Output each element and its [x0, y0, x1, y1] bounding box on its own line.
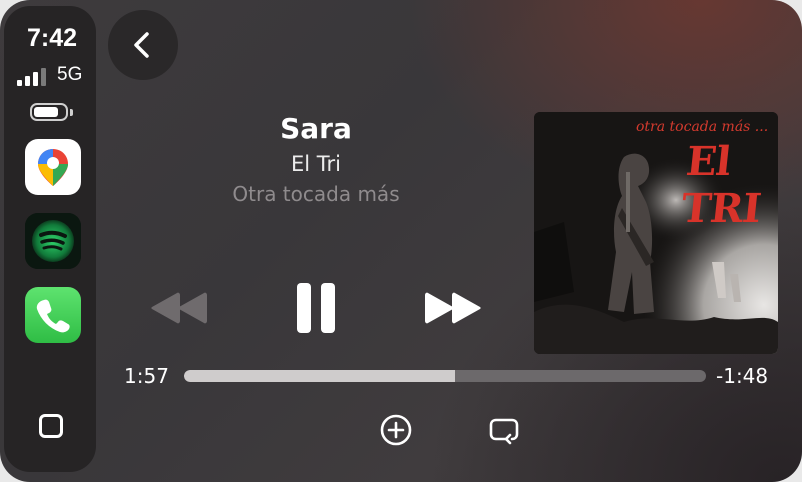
- back-button[interactable]: [108, 10, 178, 80]
- progress-bar[interactable]: [184, 370, 706, 382]
- artwork-band-text: El TRI: [679, 138, 763, 232]
- maps-pin-icon: [38, 149, 68, 186]
- app-google-maps[interactable]: [25, 139, 81, 195]
- album-artwork: otra tocada más ... El TRI: [534, 112, 778, 354]
- add-to-library-button[interactable]: [378, 412, 414, 448]
- rewind-icon: [151, 292, 207, 324]
- spotify-icon: [25, 213, 81, 269]
- phone-icon: [36, 299, 70, 333]
- app-phone[interactable]: [25, 287, 81, 343]
- rewind-button[interactable]: [148, 290, 208, 330]
- track-album: Otra tocada más: [232, 182, 400, 206]
- home-button[interactable]: [39, 414, 63, 438]
- track-artist: El Tri: [291, 152, 341, 176]
- fast-forward-button[interactable]: [424, 290, 484, 330]
- status-time: 7:42: [26, 24, 78, 52]
- repeat-button[interactable]: [486, 412, 522, 448]
- carplay-screen: 7:42 5G Sara El Tri Otra tocada más otra…: [0, 0, 802, 482]
- track-title: Sara: [280, 112, 352, 145]
- progress-fill: [184, 370, 456, 382]
- pause-icon: [297, 283, 335, 333]
- artwork-title-text: otra tocada más ...: [636, 119, 769, 135]
- cellular-signal-icon: [17, 66, 57, 86]
- network-type: 5G: [57, 64, 83, 85]
- repeat-icon: [489, 418, 519, 445]
- app-spotify[interactable]: [25, 213, 81, 269]
- pause-button[interactable]: [296, 282, 338, 338]
- plus-circle-icon: [380, 414, 412, 446]
- chevron-left-icon: [134, 32, 149, 58]
- remaining-time: -1:48: [716, 364, 769, 388]
- fast-forward-icon: [425, 292, 481, 324]
- battery-icon: [30, 103, 73, 123]
- elapsed-time: 1:57: [124, 364, 169, 388]
